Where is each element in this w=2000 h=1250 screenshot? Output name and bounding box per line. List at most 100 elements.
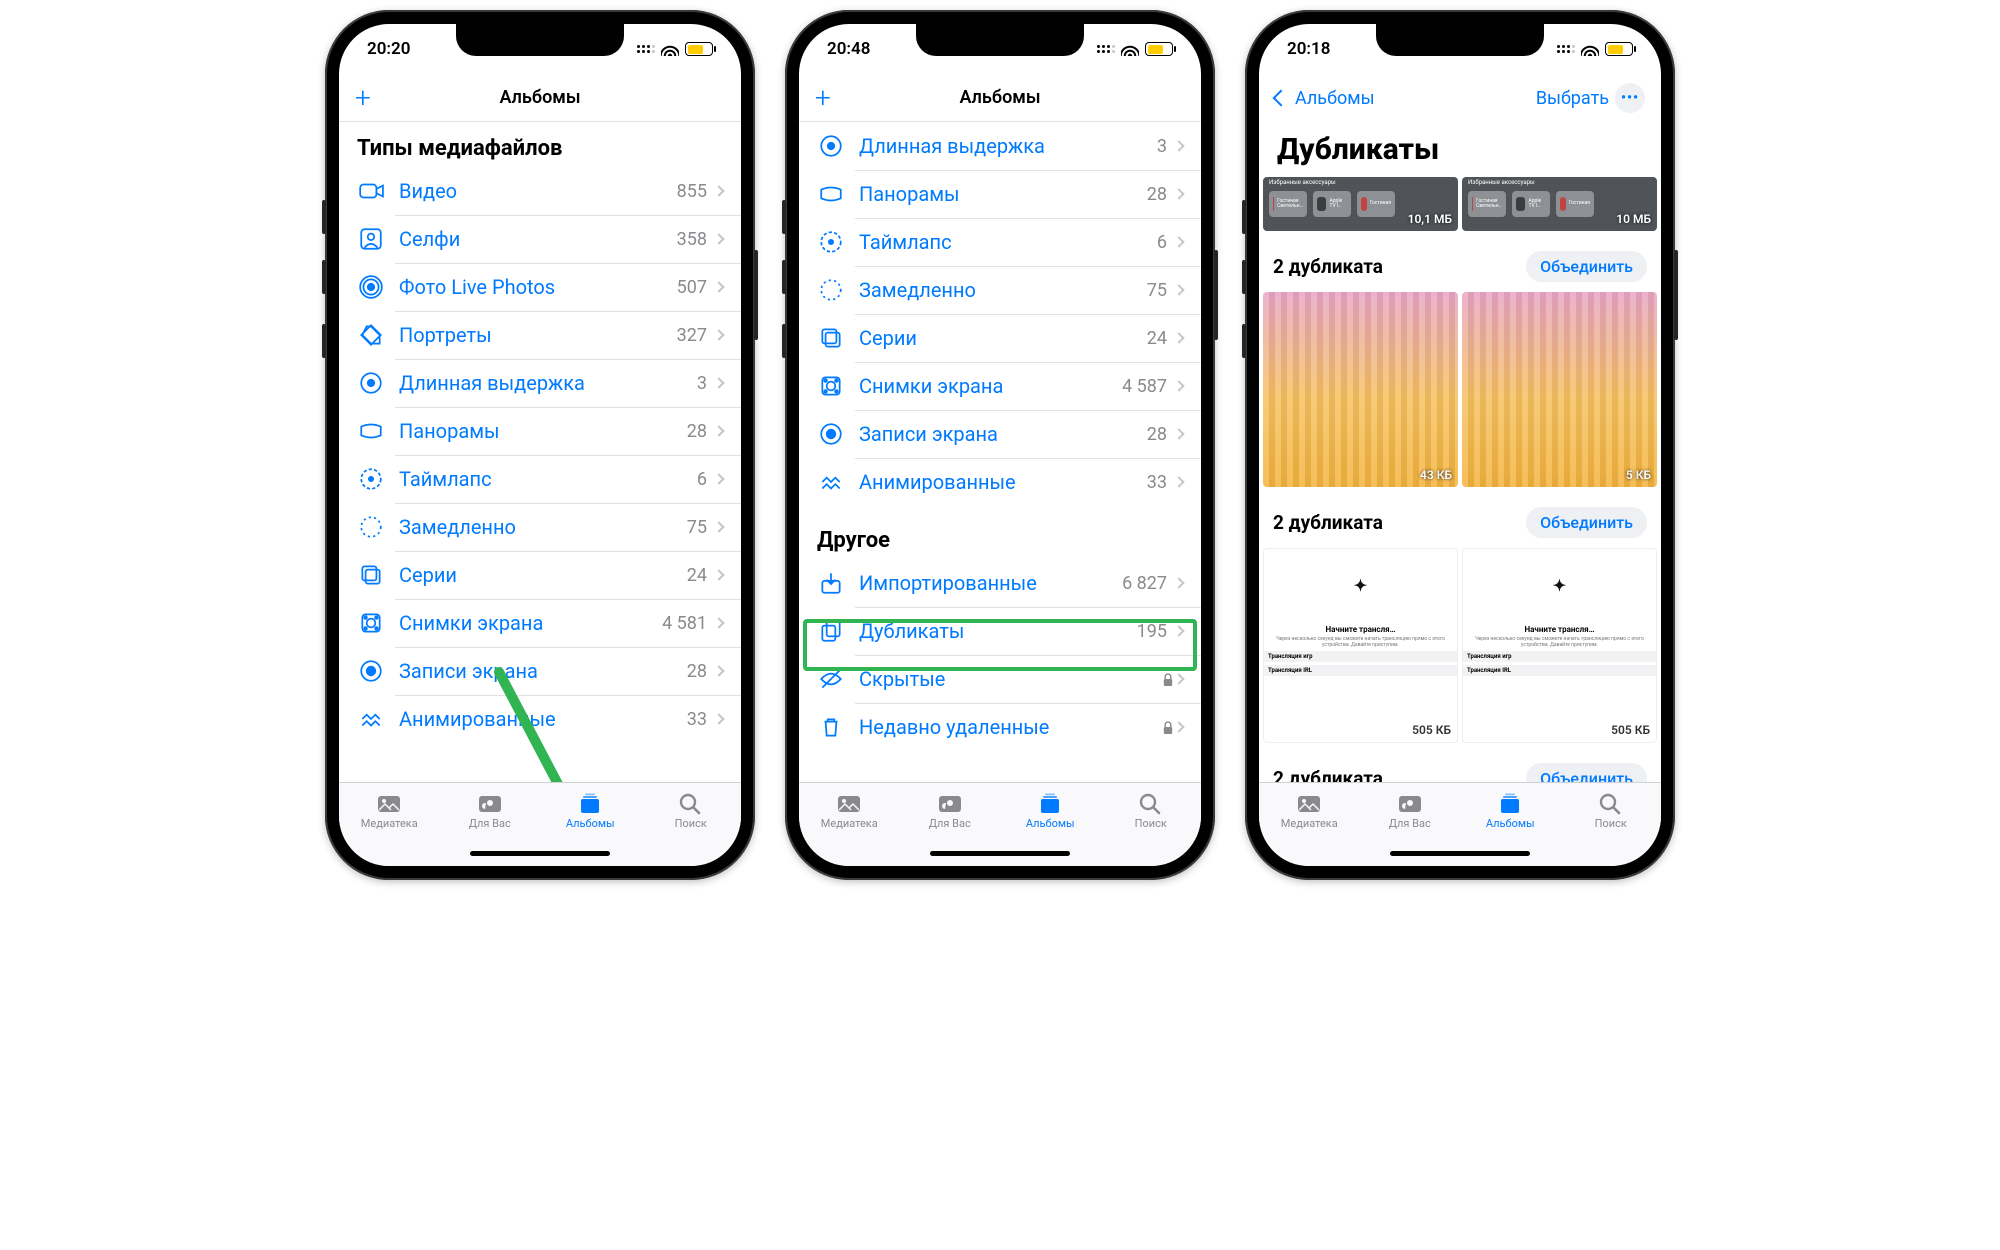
list-row-video[interactable]: Видео 855 bbox=[339, 167, 741, 215]
chevron-right-icon bbox=[713, 521, 724, 532]
chevron-right-icon bbox=[713, 185, 724, 196]
tab-foryou[interactable]: Для Вас bbox=[440, 791, 541, 830]
duplicate-thumb[interactable]: 5 КБ bbox=[1462, 292, 1657, 487]
section-title-other: Другое bbox=[799, 506, 1201, 559]
tab-library[interactable]: Медиатека bbox=[339, 791, 440, 830]
content-scroll[interactable]: Длинная выдержка 3 Панорамы 28 Таймлапс … bbox=[799, 122, 1201, 782]
back-label: Альбомы bbox=[1295, 88, 1375, 109]
slomo-icon bbox=[357, 513, 385, 541]
add-button[interactable]: + bbox=[815, 84, 831, 112]
list-row-hidden[interactable]: Скрытые bbox=[799, 655, 1201, 703]
duplicate-thumb[interactable]: 43 КБ bbox=[1263, 292, 1458, 487]
row-count: 507 bbox=[677, 277, 707, 298]
list-row-slomo[interactable]: Замедленно 75 bbox=[339, 503, 741, 551]
notch bbox=[916, 24, 1084, 56]
duplicate-group-header: 2 дубликата Объединить bbox=[1259, 237, 1661, 292]
row-label: Портреты bbox=[399, 323, 677, 347]
home-indicator[interactable] bbox=[1390, 851, 1530, 856]
screenshot-icon bbox=[357, 609, 385, 637]
duplicates-icon bbox=[817, 617, 845, 645]
slomo-icon bbox=[817, 276, 845, 304]
content-scroll[interactable]: Дубликаты Избранные аксессуары ГостинаяС… bbox=[1259, 122, 1661, 782]
row-label: Записи экрана bbox=[399, 659, 687, 683]
list-row-animated[interactable]: Анимированные 33 bbox=[339, 695, 741, 743]
list-row-imported[interactable]: Импортированные 6 827 bbox=[799, 559, 1201, 607]
duplicate-group: 43 КБ 5 КБ bbox=[1259, 292, 1661, 493]
tab-foryou[interactable]: Для Вас bbox=[1360, 791, 1461, 830]
list-row-trash[interactable]: Недавно удаленные bbox=[799, 703, 1201, 751]
wifi-icon bbox=[1121, 43, 1139, 56]
tab-albums[interactable]: Альбомы bbox=[1460, 791, 1561, 830]
device-1: 20:20 + Альбомы Типы медиафайлов Видео 8… bbox=[325, 10, 755, 880]
tab-library[interactable]: Медиатека bbox=[799, 791, 900, 830]
chevron-right-icon bbox=[713, 233, 724, 244]
list-row-slomo[interactable]: Замедленно 75 bbox=[799, 266, 1201, 314]
longexp-icon bbox=[357, 369, 385, 397]
duplicate-group-title: 2 дубликата bbox=[1273, 511, 1383, 534]
list-row-longexp[interactable]: Длинная выдержка 3 bbox=[339, 359, 741, 407]
battery-icon bbox=[1605, 42, 1633, 56]
duplicate-thumb[interactable]: Избранные аксессуары ГостинаяСветильн… A… bbox=[1462, 177, 1657, 231]
row-label: Селфи bbox=[399, 227, 677, 251]
list-row-timelapse[interactable]: Таймлапс 6 bbox=[339, 455, 741, 503]
chevron-right-icon bbox=[713, 473, 724, 484]
tab-search[interactable]: Поиск bbox=[1561, 791, 1662, 830]
list-row-screenrec[interactable]: Записи экрана 28 bbox=[339, 647, 741, 695]
tab-albums[interactable]: Альбомы bbox=[540, 791, 641, 830]
merge-button[interactable]: Объединить bbox=[1526, 763, 1647, 782]
tab-search[interactable]: Поиск bbox=[641, 791, 742, 830]
tab-albums[interactable]: Альбомы bbox=[1000, 791, 1101, 830]
merge-button[interactable]: Объединить bbox=[1526, 251, 1647, 282]
row-label: Замедленно bbox=[859, 278, 1147, 302]
list-row-pano[interactable]: Панорамы 28 bbox=[799, 170, 1201, 218]
other-list: Импортированные 6 827 Дубликаты 195 Скры… bbox=[799, 559, 1201, 751]
select-button[interactable]: Выбрать bbox=[1536, 88, 1609, 109]
status-time: 20:20 bbox=[367, 39, 410, 59]
list-row-screenshot[interactable]: Снимки экрана 4 581 bbox=[339, 599, 741, 647]
cellular-icon bbox=[637, 45, 655, 53]
list-row-live[interactable]: Фото Live Photos 507 bbox=[339, 263, 741, 311]
tab-search[interactable]: Поиск bbox=[1101, 791, 1202, 830]
list-row-screenrec[interactable]: Записи экрана 28 bbox=[799, 410, 1201, 458]
list-row-burst[interactable]: Серии 24 bbox=[339, 551, 741, 599]
row-count: 4 581 bbox=[662, 613, 707, 634]
home-indicator[interactable] bbox=[930, 851, 1070, 856]
imported-icon bbox=[817, 569, 845, 597]
video-icon bbox=[357, 177, 385, 205]
burst-icon bbox=[357, 561, 385, 589]
duplicate-thumb[interactable]: ✦ Начните трансля… Через несколько секун… bbox=[1462, 548, 1657, 743]
chevron-right-icon bbox=[1173, 284, 1184, 295]
row-label: Замедленно bbox=[399, 515, 687, 539]
list-row-timelapse[interactable]: Таймлапс 6 bbox=[799, 218, 1201, 266]
list-row-longexp[interactable]: Длинная выдержка 3 bbox=[799, 122, 1201, 170]
live-icon bbox=[357, 273, 385, 301]
tab-library[interactable]: Медиатека bbox=[1259, 791, 1360, 830]
row-label: Таймлапс bbox=[399, 467, 697, 491]
chevron-right-icon bbox=[1173, 236, 1184, 247]
trash-icon bbox=[817, 713, 845, 741]
more-button[interactable]: ••• bbox=[1615, 83, 1645, 113]
tab-foryou[interactable]: Для Вас bbox=[900, 791, 1001, 830]
row-count: 75 bbox=[1147, 280, 1167, 301]
list-row-pano[interactable]: Панорамы 28 bbox=[339, 407, 741, 455]
row-label: Серии bbox=[399, 563, 687, 587]
row-count: 33 bbox=[1147, 472, 1167, 493]
list-row-animated[interactable]: Анимированные 33 bbox=[799, 458, 1201, 506]
list-row-portrait[interactable]: Портреты 327 bbox=[339, 311, 741, 359]
row-count: 28 bbox=[1147, 184, 1167, 205]
cellular-icon bbox=[1557, 45, 1575, 53]
merge-button[interactable]: Объединить bbox=[1526, 507, 1647, 538]
list-row-selfie[interactable]: Селфи 358 bbox=[339, 215, 741, 263]
content-scroll[interactable]: Типы медиафайлов Видео 855 Селфи 358 Фот… bbox=[339, 122, 741, 782]
duplicate-thumb[interactable]: ✦ Начните трансля… Через несколько секун… bbox=[1263, 548, 1458, 743]
list-row-burst[interactable]: Серии 24 bbox=[799, 314, 1201, 362]
list-row-duplicates[interactable]: Дубликаты 195 bbox=[799, 607, 1201, 655]
duplicate-thumb[interactable]: Избранные аксессуары ГостинаяСветильн… A… bbox=[1263, 177, 1458, 231]
screenrec-icon bbox=[817, 420, 845, 448]
list-row-screenshot[interactable]: Снимки экрана 4 587 bbox=[799, 362, 1201, 410]
home-indicator[interactable] bbox=[470, 851, 610, 856]
nav-title: Альбомы bbox=[799, 87, 1201, 108]
row-count: 75 bbox=[687, 517, 707, 538]
add-button[interactable]: + bbox=[355, 84, 371, 112]
back-button[interactable]: Альбомы bbox=[1275, 88, 1375, 109]
